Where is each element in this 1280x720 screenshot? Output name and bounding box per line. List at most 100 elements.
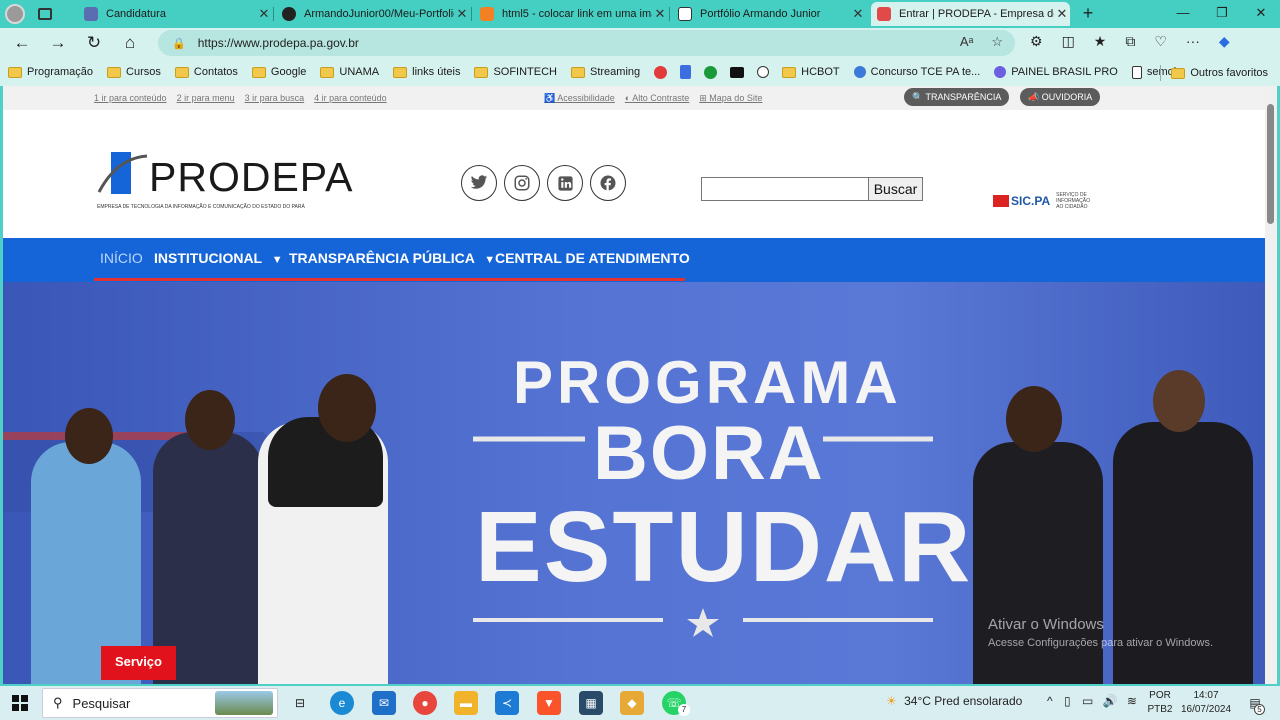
instagram-icon[interactable]	[504, 165, 540, 201]
close-icon[interactable]: ✕	[256, 6, 272, 22]
menu-institucional[interactable]: INSTITUCIONAL ▼	[154, 238, 283, 278]
copilot-icon[interactable]: ◆	[1219, 33, 1230, 50]
bookmark-unama[interactable]: UNAMA	[320, 66, 379, 78]
site-search-button[interactable]: Buscar	[868, 177, 923, 201]
bookmark-google[interactable]: Google	[251, 66, 307, 78]
refresh-button[interactable]: ↻	[76, 28, 112, 58]
window-close-button[interactable]: ✕	[1242, 0, 1280, 28]
maximize-button[interactable]: ❐	[1203, 0, 1241, 28]
vscode-icon[interactable]: ≺	[495, 691, 519, 715]
tab-portfolio[interactable]: Portfólio Armando Junior ✕	[672, 2, 866, 26]
battery-icon[interactable]: ▭	[1082, 694, 1093, 708]
taskbar-search[interactable]: ⚲ Pesquisar	[42, 688, 278, 718]
start-button[interactable]	[0, 695, 40, 711]
task-view-icon[interactable]: ⊟	[288, 691, 312, 715]
prodepa-logo[interactable]: PRODEPA EMPRESA DE TECNOLOGIA DA INFORMA…	[97, 148, 357, 212]
home-button[interactable]: ⌂	[112, 28, 148, 58]
bookmark-sofintech[interactable]: SOFINTECH	[474, 66, 557, 78]
person-head	[1153, 370, 1205, 432]
close-icon[interactable]: ✕	[850, 6, 866, 22]
other-favorites[interactable]: Outros favoritos	[1150, 65, 1268, 81]
close-icon[interactable]: ✕	[1054, 6, 1070, 22]
sic-pa-link[interactable]: SIC.PA SERVIÇO DE INFORMAÇÃO AO CIDADÃO	[993, 192, 1090, 210]
clock[interactable]: 14:07 16/07/2024	[1178, 689, 1234, 717]
brave-icon[interactable]: ▼	[537, 691, 561, 715]
volume-icon[interactable]: 🔊	[1103, 694, 1118, 708]
main-menu: INÍCIO INSTITUCIONAL ▼ TRANSPARÊNCIA PÚB…	[3, 238, 1265, 282]
skip-link-content-2[interactable]: 4 ir para conteúdo	[314, 93, 387, 103]
hero-banner[interactable]: PROGRAMA BORA ESTUDAR Serviço Ativar o W…	[3, 282, 1265, 684]
chrome-icon[interactable]: ●	[413, 691, 437, 715]
address-bar[interactable]: 🔒 https://www.prodepa.pa.gov.br Aᵃ ☆	[158, 30, 1015, 56]
dark-logo-icon	[730, 66, 745, 78]
bookmark-label: Google	[270, 66, 307, 78]
new-tab-button[interactable]: +	[1078, 2, 1098, 26]
favorites-icon[interactable]: ★	[1094, 33, 1107, 50]
tab-candidatura[interactable]: Candidatura ✕	[78, 2, 272, 26]
tab-prodepa[interactable]: Entrar | PRODEPA - Empresa de T ✕	[871, 2, 1070, 26]
favorite-star-icon[interactable]: ☆	[991, 34, 1003, 50]
bookmark-green[interactable]	[704, 65, 722, 79]
back-button[interactable]: ←	[4, 28, 40, 58]
mail-icon[interactable]: ✉	[372, 691, 396, 715]
page-scrollbar[interactable]	[1265, 86, 1277, 684]
skip-link-menu[interactable]: 2 ir para menu	[177, 93, 235, 103]
tab-actions-button[interactable]	[30, 0, 60, 28]
bookmark-docs[interactable]	[680, 65, 696, 79]
scrollbar-thumb[interactable]	[1267, 104, 1274, 224]
high-contrast-link[interactable]: ◐ Alto Contraste	[625, 93, 689, 104]
menu-inicio[interactable]: INÍCIO	[100, 238, 143, 278]
facebook-icon[interactable]	[590, 165, 626, 201]
close-icon[interactable]: ✕	[454, 6, 470, 22]
bookmark-openai[interactable]	[757, 66, 774, 78]
menu-transparencia[interactable]: TRANSPARÊNCIA PÚBLICA ▼	[289, 238, 495, 278]
accessibility-link[interactable]: ♿ Acessibilidade	[544, 93, 615, 104]
transparencia-button[interactable]: 🔍 TRANSPARÊNCIA	[904, 88, 1010, 106]
read-aloud-icon[interactable]: Aᵃ	[960, 34, 974, 50]
collections-icon[interactable]: ⧉	[1125, 33, 1135, 50]
folder-icon	[571, 66, 585, 78]
sitemap-link[interactable]: ⊞ Mapa do Site	[699, 93, 762, 104]
usb-icon[interactable]: ▯	[1064, 694, 1071, 708]
bookmark-red-check[interactable]	[654, 65, 672, 79]
minimize-button[interactable]: —	[1164, 0, 1202, 28]
skip-link-search[interactable]: 3 ir para busca	[245, 93, 305, 103]
split-screen-icon[interactable]: ◫	[1062, 33, 1075, 50]
skip-link-content[interactable]: 1 ir para conteúdo	[94, 93, 167, 103]
lock-icon[interactable]: 🔒	[172, 37, 186, 50]
git-app-icon[interactable]: ◆	[620, 691, 644, 715]
browser-essentials-icon[interactable]: ♡	[1154, 33, 1167, 50]
extensions-icon[interactable]: ⚙	[1030, 33, 1043, 50]
edge-icon[interactable]: e	[330, 691, 354, 715]
profile-button[interactable]	[0, 0, 30, 28]
servico-button[interactable]: Serviço	[101, 646, 176, 680]
bookmark-concurso[interactable]: Concurso TCE PA te...	[853, 66, 980, 78]
menu-central-atendimento[interactable]: CENTRAL DE ATENDIMENTO	[495, 238, 690, 278]
tab-github[interactable]: ArmandoJunior00/Meu-Portfolio ✕	[276, 2, 470, 26]
bookmark-links-uteis[interactable]: links úteis	[393, 66, 460, 78]
wifi-icon[interactable]: ≋	[1127, 694, 1137, 708]
folder-icon	[107, 66, 122, 78]
file-explorer-icon[interactable]: ▬	[454, 691, 478, 715]
bookmark-painel[interactable]: PAINEL BRASIL PRO	[994, 66, 1118, 78]
bookmark-streaming[interactable]: Streaming	[571, 66, 640, 78]
language-indicator[interactable]: POR PTB2	[1145, 689, 1175, 717]
forward-button[interactable]: →	[40, 28, 76, 58]
bookmark-contatos[interactable]: Contatos	[174, 66, 238, 78]
bookmark-programacao[interactable]: Programação	[8, 66, 93, 78]
close-icon[interactable]: ✕	[652, 6, 668, 22]
chevron-up-icon[interactable]: ^	[1047, 694, 1053, 708]
more-menu-icon[interactable]: ···	[1186, 33, 1200, 50]
site-search-input[interactable]	[701, 177, 869, 201]
bookmark-label: SOFINTECH	[493, 66, 557, 78]
tab-stackoverflow[interactable]: html5 - colocar link em uma ima ✕	[474, 2, 668, 26]
bookmark-hcbot[interactable]: HCBOT	[782, 66, 840, 78]
transparencia-label: TRANSPARÊNCIA	[925, 92, 1002, 102]
app-icon[interactable]: ▦	[579, 691, 603, 715]
bookmark-dark[interactable]	[730, 66, 749, 78]
bookmark-cursos[interactable]: Cursos	[107, 66, 161, 78]
weather-widget[interactable]: ☀ 34°C Pred ensolarado	[886, 694, 1022, 708]
linkedin-icon[interactable]	[547, 165, 583, 201]
ouvidoria-button[interactable]: 📣 OUVIDORIA	[1020, 88, 1101, 106]
twitter-icon[interactable]	[461, 165, 497, 201]
